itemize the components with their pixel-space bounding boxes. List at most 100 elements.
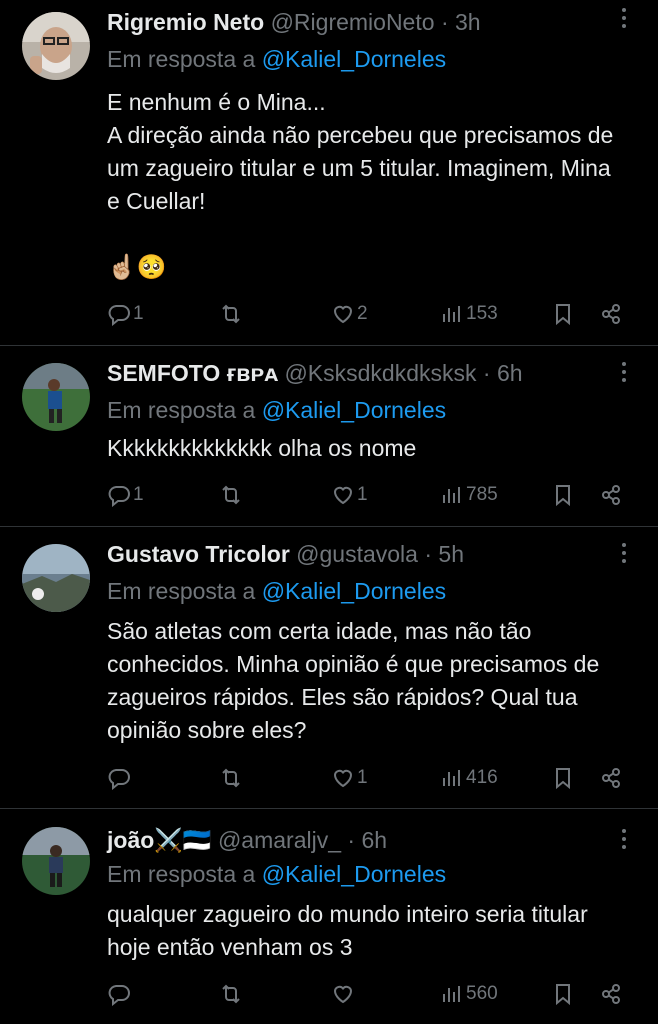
reply-icon xyxy=(108,985,130,1006)
reply-button[interactable]: 1 xyxy=(107,299,144,329)
view-count: 560 xyxy=(466,983,498,1004)
display-name[interactable]: Rigremio Neto xyxy=(107,9,264,35)
like-count: 1 xyxy=(357,484,368,505)
bookmark-icon xyxy=(556,485,570,507)
tweet-header: Rigremio Neto @RigremioNeto · 3h xyxy=(107,5,608,39)
views-button[interactable]: 416 xyxy=(440,763,498,793)
tweet-text: qualquer zagueiro do mundo inteiro seria… xyxy=(107,901,595,960)
mention-link[interactable]: @Kaliel_Dorneles xyxy=(262,578,446,604)
views-icon xyxy=(443,986,460,1002)
view-count: 153 xyxy=(466,303,498,324)
reply-button[interactable]: 1 xyxy=(107,480,144,510)
avatar[interactable] xyxy=(22,544,90,612)
retweet-button[interactable] xyxy=(219,979,245,1009)
retweet-icon xyxy=(222,984,240,1004)
action-bar: 1 1 785 xyxy=(107,480,627,510)
tweet-text: E nenhum é o Mina... A direção ainda não… xyxy=(107,89,614,214)
reply-prefix: Em resposta a xyxy=(107,397,256,423)
more-icon[interactable] xyxy=(612,829,636,855)
tweet-header: joão⚔️🇪🇪 @amaraljv_ · 6h xyxy=(107,823,608,857)
more-icon[interactable] xyxy=(612,8,636,34)
views-button[interactable]: 153 xyxy=(440,299,498,329)
share-button[interactable] xyxy=(599,480,623,510)
separator-dot: · xyxy=(440,9,449,35)
tweet-header: SEMFOTO ғʙᴘᴀ @Ksksdkdkdksksk · 6h xyxy=(107,356,608,390)
reply-context: Em resposta a @Kaliel_Dorneles xyxy=(107,859,446,889)
reply-button[interactable] xyxy=(107,763,133,793)
bookmark-button[interactable] xyxy=(551,763,575,793)
heart-icon xyxy=(333,985,353,1004)
retweet-icon xyxy=(222,485,240,505)
reply-count: 1 xyxy=(133,484,144,505)
tweet-1[interactable]: Rigremio Neto @RigremioNeto · 3h Em resp… xyxy=(0,0,658,346)
like-count: 2 xyxy=(357,303,368,324)
tweet-text: Kkkkkkkkkkkkkk olha os nome xyxy=(107,435,417,461)
reply-prefix: Em resposta a xyxy=(107,861,256,887)
views-button[interactable]: 560 xyxy=(440,979,498,1009)
tweet-3[interactable]: Gustavo Tricolor @gustavola · 5h Em resp… xyxy=(0,527,658,809)
avatar[interactable] xyxy=(22,363,90,431)
user-handle[interactable]: @Ksksdkdkdksksk xyxy=(284,360,476,386)
more-icon[interactable] xyxy=(612,543,636,569)
like-button[interactable]: 2 xyxy=(331,299,368,329)
bookmark-icon xyxy=(556,304,570,326)
display-name[interactable]: joão⚔️🇪🇪 xyxy=(107,827,212,853)
avatar[interactable] xyxy=(22,12,90,80)
timestamp[interactable]: 6h xyxy=(361,827,387,853)
mention-link[interactable]: @Kaliel_Dorneles xyxy=(262,46,446,72)
bookmark-icon xyxy=(556,768,570,790)
view-count: 785 xyxy=(466,484,498,505)
heart-icon xyxy=(333,486,353,505)
timestamp[interactable]: 6h xyxy=(497,360,523,386)
user-handle[interactable]: @amaraljv_ xyxy=(218,827,341,853)
views-button[interactable]: 785 xyxy=(440,480,498,510)
reply-button[interactable] xyxy=(107,979,133,1009)
retweet-icon xyxy=(222,768,240,788)
like-button[interactable]: 1 xyxy=(331,480,368,510)
reply-icon xyxy=(108,305,130,326)
view-count: 416 xyxy=(466,767,498,788)
separator-dot: · xyxy=(424,541,433,567)
tweet-2[interactable]: SEMFOTO ғʙᴘᴀ @Ksksdkdkdksksk · 6h Em res… xyxy=(0,346,658,527)
reply-count: 1 xyxy=(133,303,144,324)
share-icon xyxy=(602,984,620,1004)
bookmark-button[interactable] xyxy=(551,299,575,329)
like-count: 1 xyxy=(357,767,368,788)
display-name[interactable]: SEMFOTO ғʙᴘᴀ xyxy=(107,360,278,386)
heart-icon xyxy=(333,769,353,788)
share-icon xyxy=(602,304,620,324)
retweet-button[interactable] xyxy=(219,299,245,329)
action-bar: 1 416 xyxy=(107,763,627,793)
reply-icon xyxy=(108,486,130,507)
like-button[interactable] xyxy=(331,979,357,1009)
bookmark-button[interactable] xyxy=(551,979,575,1009)
tweet-text: São atletas com certa idade, mas não tão… xyxy=(107,618,606,743)
views-icon xyxy=(443,306,460,322)
action-bar: 560 xyxy=(107,979,627,1009)
mention-link[interactable]: @Kaliel_Dorneles xyxy=(262,861,446,887)
share-button[interactable] xyxy=(599,763,623,793)
more-icon[interactable] xyxy=(612,362,636,388)
like-button[interactable]: 1 xyxy=(331,763,368,793)
user-handle[interactable]: @RigremioNeto xyxy=(271,9,435,35)
views-icon xyxy=(443,487,460,503)
avatar[interactable] xyxy=(22,827,90,895)
reply-prefix: Em resposta a xyxy=(107,46,256,72)
timestamp[interactable]: 3h xyxy=(455,9,481,35)
share-button[interactable] xyxy=(599,979,623,1009)
tweet-header: Gustavo Tricolor @gustavola · 5h xyxy=(107,537,608,571)
mention-link[interactable]: @Kaliel_Dorneles xyxy=(262,397,446,423)
reply-context: Em resposta a @Kaliel_Dorneles xyxy=(107,576,446,606)
tweet-4[interactable]: joão⚔️🇪🇪 @amaraljv_ · 6h Em resposta a @… xyxy=(0,809,658,1024)
timestamp[interactable]: 5h xyxy=(438,541,464,567)
retweet-button[interactable] xyxy=(219,480,245,510)
share-button[interactable] xyxy=(599,299,623,329)
user-handle[interactable]: @gustavola xyxy=(296,541,418,567)
heart-icon xyxy=(333,305,353,324)
retweet-button[interactable] xyxy=(219,763,245,793)
share-icon xyxy=(602,768,620,788)
reply-context: Em resposta a @Kaliel_Dorneles xyxy=(107,44,446,74)
display-name[interactable]: Gustavo Tricolor xyxy=(107,541,290,567)
views-icon xyxy=(443,770,460,786)
bookmark-button[interactable] xyxy=(551,480,575,510)
